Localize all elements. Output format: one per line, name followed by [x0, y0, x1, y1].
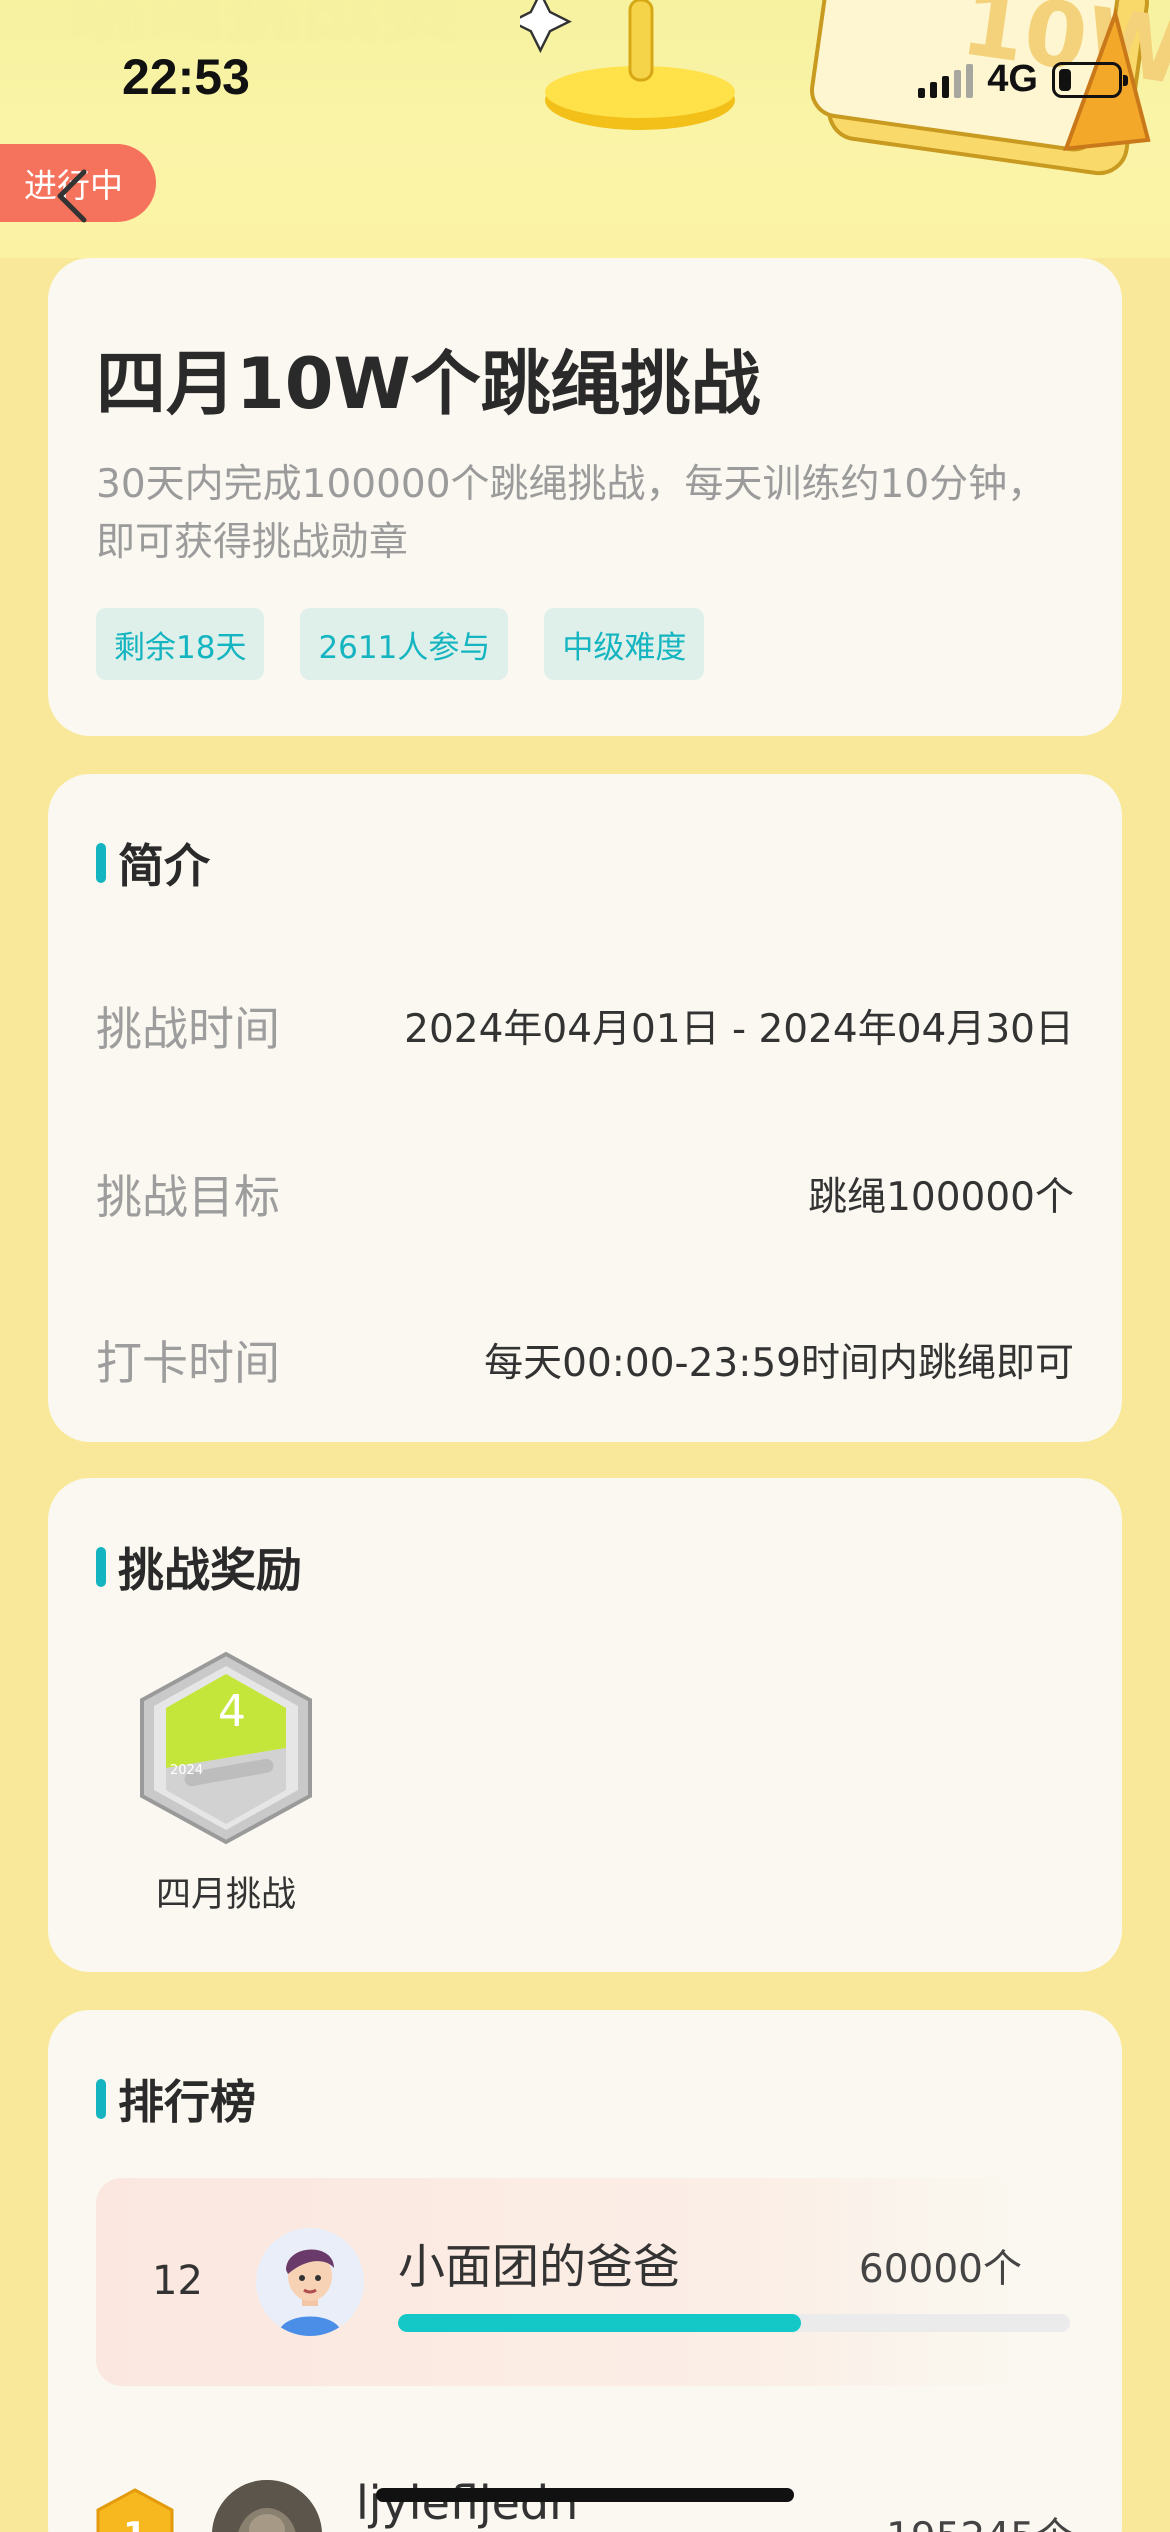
- tag-remaining-days: 剩余18天: [96, 608, 265, 680]
- challenge-description: 30天内完成100000个跳绳挑战，每天训练约10分钟，即可获得挑战勋章: [96, 462, 1047, 565]
- intro-heading: 简介: [96, 830, 210, 896]
- challenge-card: 四月10W个跳绳挑战 30天内完成100000个跳绳挑战，每天训练约10分钟，即…: [48, 258, 1122, 736]
- leaderboard-name: ljylefljedn: [356, 2476, 579, 2530]
- battery-icon: [1052, 61, 1128, 98]
- back-arrow-icon[interactable]: [50, 166, 94, 226]
- medal-icon[interactable]: 4 2024: [126, 1648, 326, 1848]
- challenge-title: 四月10W个跳绳挑战: [96, 343, 761, 425]
- hero-banner: 跳绳挑战赛 10W 22:53 4G: [0, 0, 1170, 258]
- intro-value: 每天00:00-23:59时间内跳绳即可: [484, 1341, 1074, 1386]
- intro-label: 挑战时间: [96, 1002, 280, 1056]
- tag-difficulty: 中级难度: [544, 608, 705, 680]
- gold-rank-number: 1: [123, 2515, 147, 2532]
- medal-month: 4: [218, 1686, 246, 1737]
- status-icons: 4G: [918, 58, 1128, 101]
- my-rank-number: 12: [152, 2258, 203, 2304]
- intro-row-goal: 挑战目标 跳绳100000个: [96, 1164, 1074, 1224]
- signal-icon: [918, 62, 974, 98]
- my-rank-value: 60000个: [858, 2247, 1022, 2292]
- leaderboard-heading: 排行榜: [96, 2066, 256, 2132]
- network-label: 4G: [987, 58, 1038, 100]
- my-rank-name: 小面团的爸爸: [398, 2240, 680, 2295]
- challenge-tags: 剩余18天 2611人参与 中级难度: [96, 608, 705, 680]
- avatar: [212, 2480, 322, 2532]
- section-marker: [96, 843, 106, 883]
- home-indicator[interactable]: [376, 2488, 794, 2502]
- intro-value: 2024年04月01日 - 2024年04月30日: [404, 1007, 1074, 1052]
- leaderboard-value: 195245个: [886, 2506, 1074, 2532]
- intro-title: 简介: [118, 839, 210, 893]
- rewards-card: 挑战奖励 4 2024 四月挑战: [48, 1478, 1122, 1972]
- gold-rank-icon: 1: [96, 2488, 174, 2532]
- my-progress-fill: [398, 2314, 802, 2332]
- intro-label: 挑战目标: [96, 1170, 280, 1224]
- intro-label: 打卡时间: [96, 1336, 280, 1390]
- intro-row-checkin: 打卡时间 每天00:00-23:59时间内跳绳即可: [96, 1330, 1074, 1390]
- intro-card: 简介 挑战时间 2024年04月01日 - 2024年04月30日 挑战目标 跳…: [48, 774, 1122, 1442]
- medal-label: 四月挑战: [155, 1875, 296, 1915]
- tag-participants: 2611人参与: [300, 608, 509, 680]
- my-rank-row[interactable]: 12 小面团的爸爸 60000个: [96, 2178, 1070, 2386]
- medal-year: 2024: [170, 1763, 203, 1778]
- status-time: 22:53: [122, 49, 250, 105]
- rewards-heading: 挑战奖励: [96, 1534, 302, 1600]
- intro-value: 跳绳100000个: [808, 1175, 1074, 1220]
- section-marker: [96, 1547, 106, 1587]
- section-marker: [96, 2079, 106, 2119]
- leaderboard-card: 排行榜 12 小面团的爸爸 60000个 1: [48, 2010, 1122, 2532]
- avatar: [256, 2228, 364, 2336]
- my-progress-bar: [398, 2314, 1070, 2332]
- rewards-title: 挑战奖励: [118, 1543, 302, 1597]
- intro-row-time: 挑战时间 2024年04月01日 - 2024年04月30日: [96, 996, 1074, 1056]
- hero-title: 跳绳挑战赛: [68, 0, 460, 53]
- leaderboard-title: 排行榜: [118, 2075, 256, 2129]
